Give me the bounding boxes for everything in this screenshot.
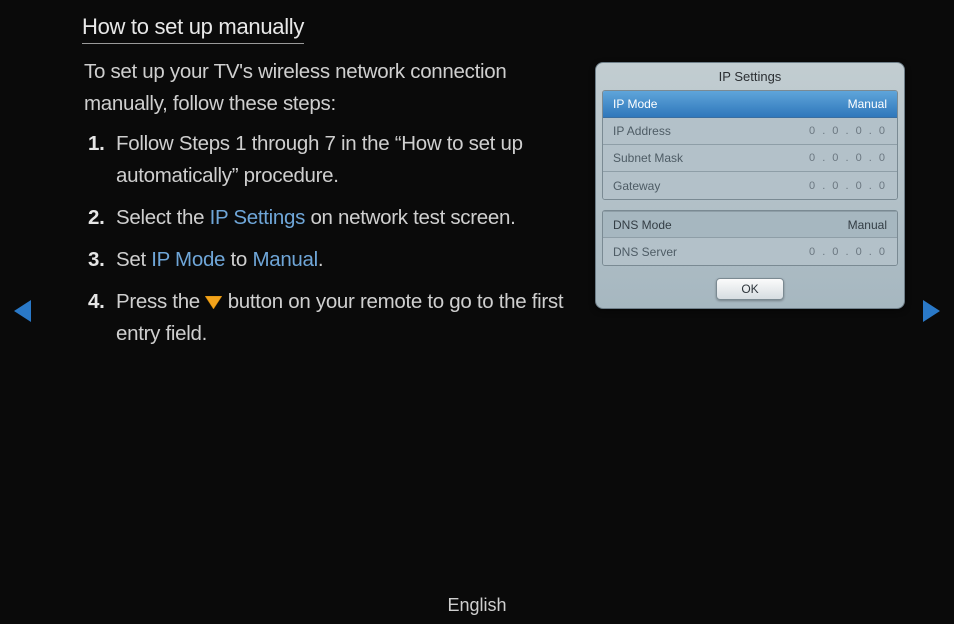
ip-address-label: IP Address [613,124,671,138]
panel-title: IP Settings [602,63,898,90]
gateway-value: 0 . 0 . 0 . 0 [809,180,887,192]
step-3-text: Set IP Mode to Manual. [116,244,578,276]
ip-settings-panel: IP Settings IP Mode Manual IP Address 0 … [595,62,905,309]
down-arrow-icon [205,296,222,309]
step-3-hl1: IP Mode [151,248,225,271]
step-2-post: on network test screen. [305,206,515,229]
subnet-mask-label: Subnet Mask [613,151,683,165]
step-3-num: 3. [88,244,116,276]
steps-list: 1. Follow Steps 1 through 7 in the “How … [88,128,578,360]
row-dns-mode[interactable]: DNS Mode Manual [603,211,897,238]
ip-rows-group: IP Mode Manual IP Address 0 . 0 . 0 . 0 … [602,90,898,200]
row-dns-server[interactable]: DNS Server 0 . 0 . 0 . 0 [603,238,897,265]
step-3-b: to [225,248,252,271]
step-3-hl2: Manual [252,248,317,271]
step-4: 4. Press the button on your remote to go… [88,286,578,350]
ok-button[interactable]: OK [716,278,784,300]
ip-mode-value: Manual [848,97,887,111]
dns-server-label: DNS Server [613,245,677,259]
dns-server-value: 0 . 0 . 0 . 0 [809,246,887,258]
step-4-num: 4. [88,286,116,350]
step-1-num: 1. [88,128,116,192]
step-3: 3. Set IP Mode to Manual. [88,244,578,276]
step-3-c: . [318,248,323,271]
step-2: 2. Select the IP Settings on network tes… [88,202,578,234]
row-subnet-mask[interactable]: Subnet Mask 0 . 0 . 0 . 0 [603,145,897,172]
nav-prev-icon[interactable] [14,300,31,322]
step-3-a: Set [116,248,151,271]
step-4-pre: Press the [116,290,205,313]
row-ip-mode[interactable]: IP Mode Manual [603,91,897,118]
dns-mode-value: Manual [848,218,887,232]
step-2-num: 2. [88,202,116,234]
subnet-mask-value: 0 . 0 . 0 . 0 [809,152,887,164]
row-ip-address[interactable]: IP Address 0 . 0 . 0 . 0 [603,118,897,145]
gateway-label: Gateway [613,179,660,193]
row-gateway[interactable]: Gateway 0 . 0 . 0 . 0 [603,172,897,199]
footer-language: English [0,595,954,616]
nav-next-icon[interactable] [923,300,940,322]
ip-address-value: 0 . 0 . 0 . 0 [809,125,887,137]
step-4-text: Press the button on your remote to go to… [116,286,578,350]
dns-rows-group: DNS Mode Manual DNS Server 0 . 0 . 0 . 0 [602,210,898,266]
dns-mode-label: DNS Mode [613,218,672,232]
ip-mode-label: IP Mode [613,97,657,111]
step-2-text: Select the IP Settings on network test s… [116,202,578,234]
page-title: How to set up manually [82,14,304,44]
step-2-pre: Select the [116,206,210,229]
step-2-highlight: IP Settings [210,206,305,229]
step-1-text: Follow Steps 1 through 7 in the “How to … [116,128,578,192]
step-1: 1. Follow Steps 1 through 7 in the “How … [88,128,578,192]
intro-text: To set up your TV's wireless network con… [84,56,574,120]
